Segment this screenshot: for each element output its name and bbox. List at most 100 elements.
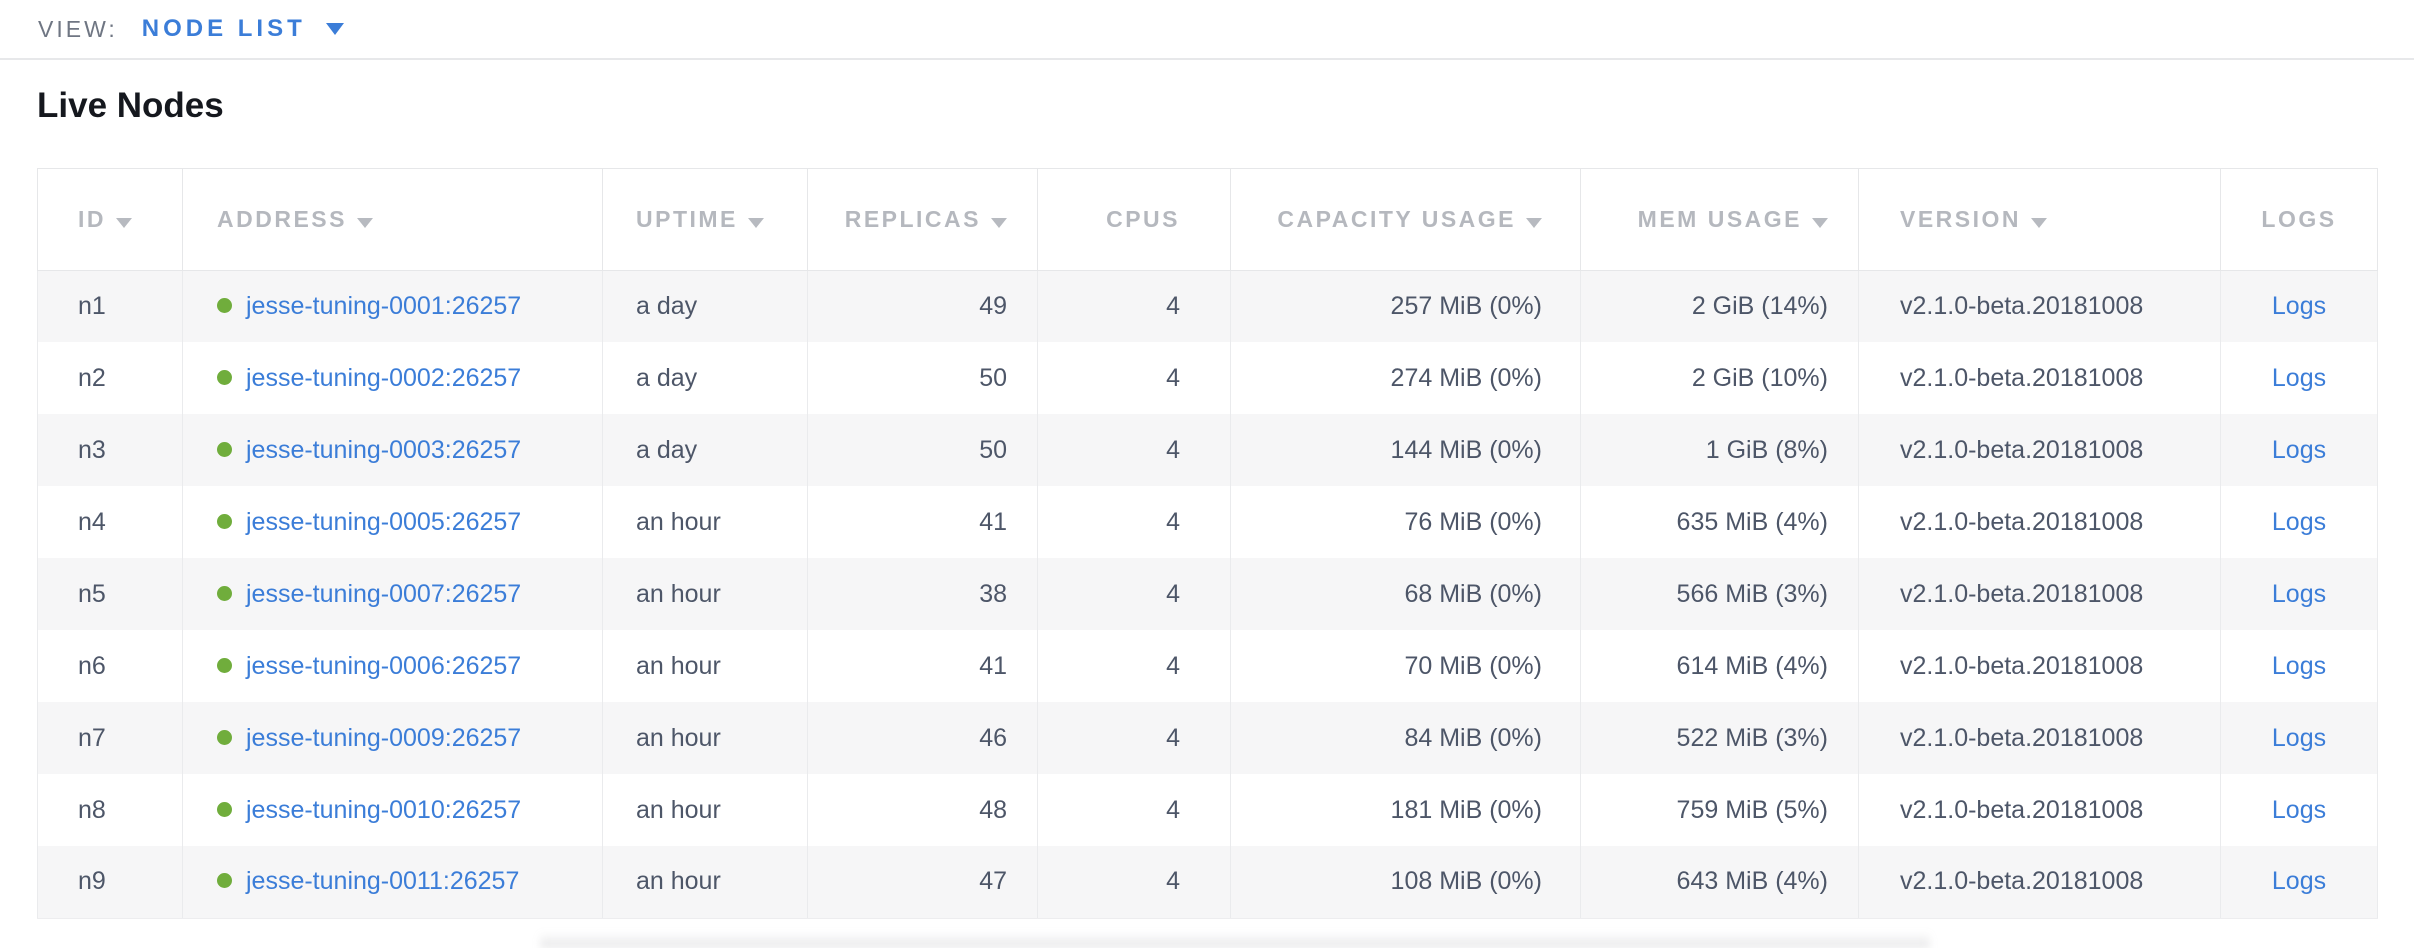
- node-cpus-cell: 4: [1038, 702, 1231, 774]
- node-version-cell: v2.1.0-beta.20181008: [1859, 486, 2221, 558]
- node-capacity-usage-cell: 68 MiB (0%): [1231, 558, 1581, 630]
- node-version-cell: v2.1.0-beta.20181008: [1859, 414, 2221, 486]
- node-address-link[interactable]: jesse-tuning-0007:26257: [246, 580, 521, 608]
- node-replicas-cell: 46: [808, 702, 1038, 774]
- node-mem-usage-cell: 522 MiB (3%): [1581, 702, 1859, 774]
- node-cpus-cell: 4: [1038, 486, 1231, 558]
- table-row: n4 jesse-tuning-0005:26257 an hour 41 4 …: [38, 486, 2378, 558]
- node-id-cell: n6: [38, 630, 183, 702]
- node-version-cell: v2.1.0-beta.20181008: [1859, 270, 2221, 342]
- node-cpus-cell: 4: [1038, 270, 1231, 342]
- view-bar: VIEW: NODE LIST: [0, 0, 2414, 60]
- node-logs-link[interactable]: Logs: [2272, 724, 2326, 752]
- node-address-link[interactable]: jesse-tuning-0005:26257: [246, 508, 521, 536]
- node-address-link[interactable]: jesse-tuning-0006:26257: [246, 652, 521, 680]
- table-row: n8 jesse-tuning-0010:26257 an hour 48 4 …: [38, 774, 2378, 846]
- node-mem-usage-cell: 2 GiB (10%): [1581, 342, 1859, 414]
- node-logs-link[interactable]: Logs: [2272, 580, 2326, 608]
- node-logs-link[interactable]: Logs: [2272, 292, 2326, 320]
- node-cpus-cell: 4: [1038, 630, 1231, 702]
- bottom-scroll-shadow: [540, 932, 1930, 948]
- node-logs-link[interactable]: Logs: [2272, 436, 2326, 464]
- column-header-address[interactable]: ADDRESS: [183, 168, 603, 270]
- node-id-cell: n5: [38, 558, 183, 630]
- live-nodes-section: Live Nodes ID ADDRESS UPTIME REPLICAS: [0, 87, 2414, 919]
- node-mem-usage-cell: 1 GiB (8%): [1581, 414, 1859, 486]
- node-health-icon: [217, 442, 232, 457]
- column-header-uptime[interactable]: UPTIME: [603, 168, 808, 270]
- node-uptime-cell: an hour: [603, 558, 808, 630]
- node-replicas-cell: 50: [808, 342, 1038, 414]
- node-replicas-cell: 38: [808, 558, 1038, 630]
- node-health-icon: [217, 514, 232, 529]
- node-capacity-usage-cell: 70 MiB (0%): [1231, 630, 1581, 702]
- node-mem-usage-cell: 635 MiB (4%): [1581, 486, 1859, 558]
- node-replicas-cell: 41: [808, 630, 1038, 702]
- node-health-icon: [217, 658, 232, 673]
- table-row: n3 jesse-tuning-0003:26257 a day 50 4 14…: [38, 414, 2378, 486]
- node-logs-link[interactable]: Logs: [2272, 796, 2326, 824]
- table-row: n9 jesse-tuning-0011:26257 an hour 47 4 …: [38, 846, 2378, 918]
- node-id-cell: n1: [38, 270, 183, 342]
- sort-arrow-icon: [1812, 218, 1828, 228]
- node-id-cell: n2: [38, 342, 183, 414]
- node-capacity-usage-cell: 257 MiB (0%): [1231, 270, 1581, 342]
- column-header-mem-usage[interactable]: MEM USAGE: [1581, 168, 1859, 270]
- node-logs-link[interactable]: Logs: [2272, 867, 2326, 895]
- node-replicas-cell: 49: [808, 270, 1038, 342]
- node-version-cell: v2.1.0-beta.20181008: [1859, 774, 2221, 846]
- node-health-icon: [217, 730, 232, 745]
- node-mem-usage-cell: 759 MiB (5%): [1581, 774, 1859, 846]
- sort-arrow-icon: [357, 218, 373, 228]
- node-version-cell: v2.1.0-beta.20181008: [1859, 342, 2221, 414]
- table-row: n2 jesse-tuning-0002:26257 a day 50 4 27…: [38, 342, 2378, 414]
- node-replicas-cell: 48: [808, 774, 1038, 846]
- live-nodes-table: ID ADDRESS UPTIME REPLICAS CPUS CAPACITY…: [37, 168, 2378, 919]
- sort-arrow-icon: [991, 218, 1007, 228]
- node-health-icon: [217, 586, 232, 601]
- node-health-icon: [217, 298, 232, 313]
- node-capacity-usage-cell: 108 MiB (0%): [1231, 846, 1581, 918]
- node-address-link[interactable]: jesse-tuning-0002:26257: [246, 364, 521, 392]
- node-capacity-usage-cell: 181 MiB (0%): [1231, 774, 1581, 846]
- node-cpus-cell: 4: [1038, 414, 1231, 486]
- node-logs-link[interactable]: Logs: [2272, 364, 2326, 392]
- node-logs-link[interactable]: Logs: [2272, 652, 2326, 680]
- node-id-cell: n8: [38, 774, 183, 846]
- sort-arrow-icon: [748, 218, 764, 228]
- column-header-version[interactable]: VERSION: [1859, 168, 2221, 270]
- table-row: n7 jesse-tuning-0009:26257 an hour 46 4 …: [38, 702, 2378, 774]
- sort-arrow-icon: [2031, 218, 2047, 228]
- node-replicas-cell: 41: [808, 486, 1038, 558]
- node-logs-link[interactable]: Logs: [2272, 508, 2326, 536]
- node-cpus-cell: 4: [1038, 774, 1231, 846]
- view-selector-dropdown[interactable]: NODE LIST: [142, 15, 344, 43]
- node-uptime-cell: a day: [603, 342, 808, 414]
- node-mem-usage-cell: 614 MiB (4%): [1581, 630, 1859, 702]
- node-health-icon: [217, 370, 232, 385]
- table-row: n1 jesse-tuning-0001:26257 a day 49 4 25…: [38, 270, 2378, 342]
- node-address-link[interactable]: jesse-tuning-0011:26257: [246, 867, 519, 895]
- node-mem-usage-cell: 643 MiB (4%): [1581, 846, 1859, 918]
- node-uptime-cell: a day: [603, 270, 808, 342]
- node-address-link[interactable]: jesse-tuning-0010:26257: [246, 796, 521, 824]
- node-health-icon: [217, 873, 232, 888]
- node-id-cell: n7: [38, 702, 183, 774]
- table-header-row: ID ADDRESS UPTIME REPLICAS CPUS CAPACITY…: [38, 168, 2378, 270]
- column-header-id[interactable]: ID: [38, 168, 183, 270]
- node-id-cell: n3: [38, 414, 183, 486]
- node-address-link[interactable]: jesse-tuning-0009:26257: [246, 724, 521, 752]
- node-capacity-usage-cell: 84 MiB (0%): [1231, 702, 1581, 774]
- node-address-link[interactable]: jesse-tuning-0001:26257: [246, 292, 521, 320]
- node-uptime-cell: an hour: [603, 486, 808, 558]
- node-health-icon: [217, 802, 232, 817]
- node-mem-usage-cell: 566 MiB (3%): [1581, 558, 1859, 630]
- table-row: n6 jesse-tuning-0006:26257 an hour 41 4 …: [38, 630, 2378, 702]
- node-uptime-cell: an hour: [603, 774, 808, 846]
- node-version-cell: v2.1.0-beta.20181008: [1859, 630, 2221, 702]
- node-address-link[interactable]: jesse-tuning-0003:26257: [246, 436, 521, 464]
- column-header-capacity-usage[interactable]: CAPACITY USAGE: [1231, 168, 1581, 270]
- view-selected-value: NODE LIST: [142, 15, 306, 43]
- node-uptime-cell: an hour: [603, 702, 808, 774]
- column-header-replicas[interactable]: REPLICAS: [808, 168, 1038, 270]
